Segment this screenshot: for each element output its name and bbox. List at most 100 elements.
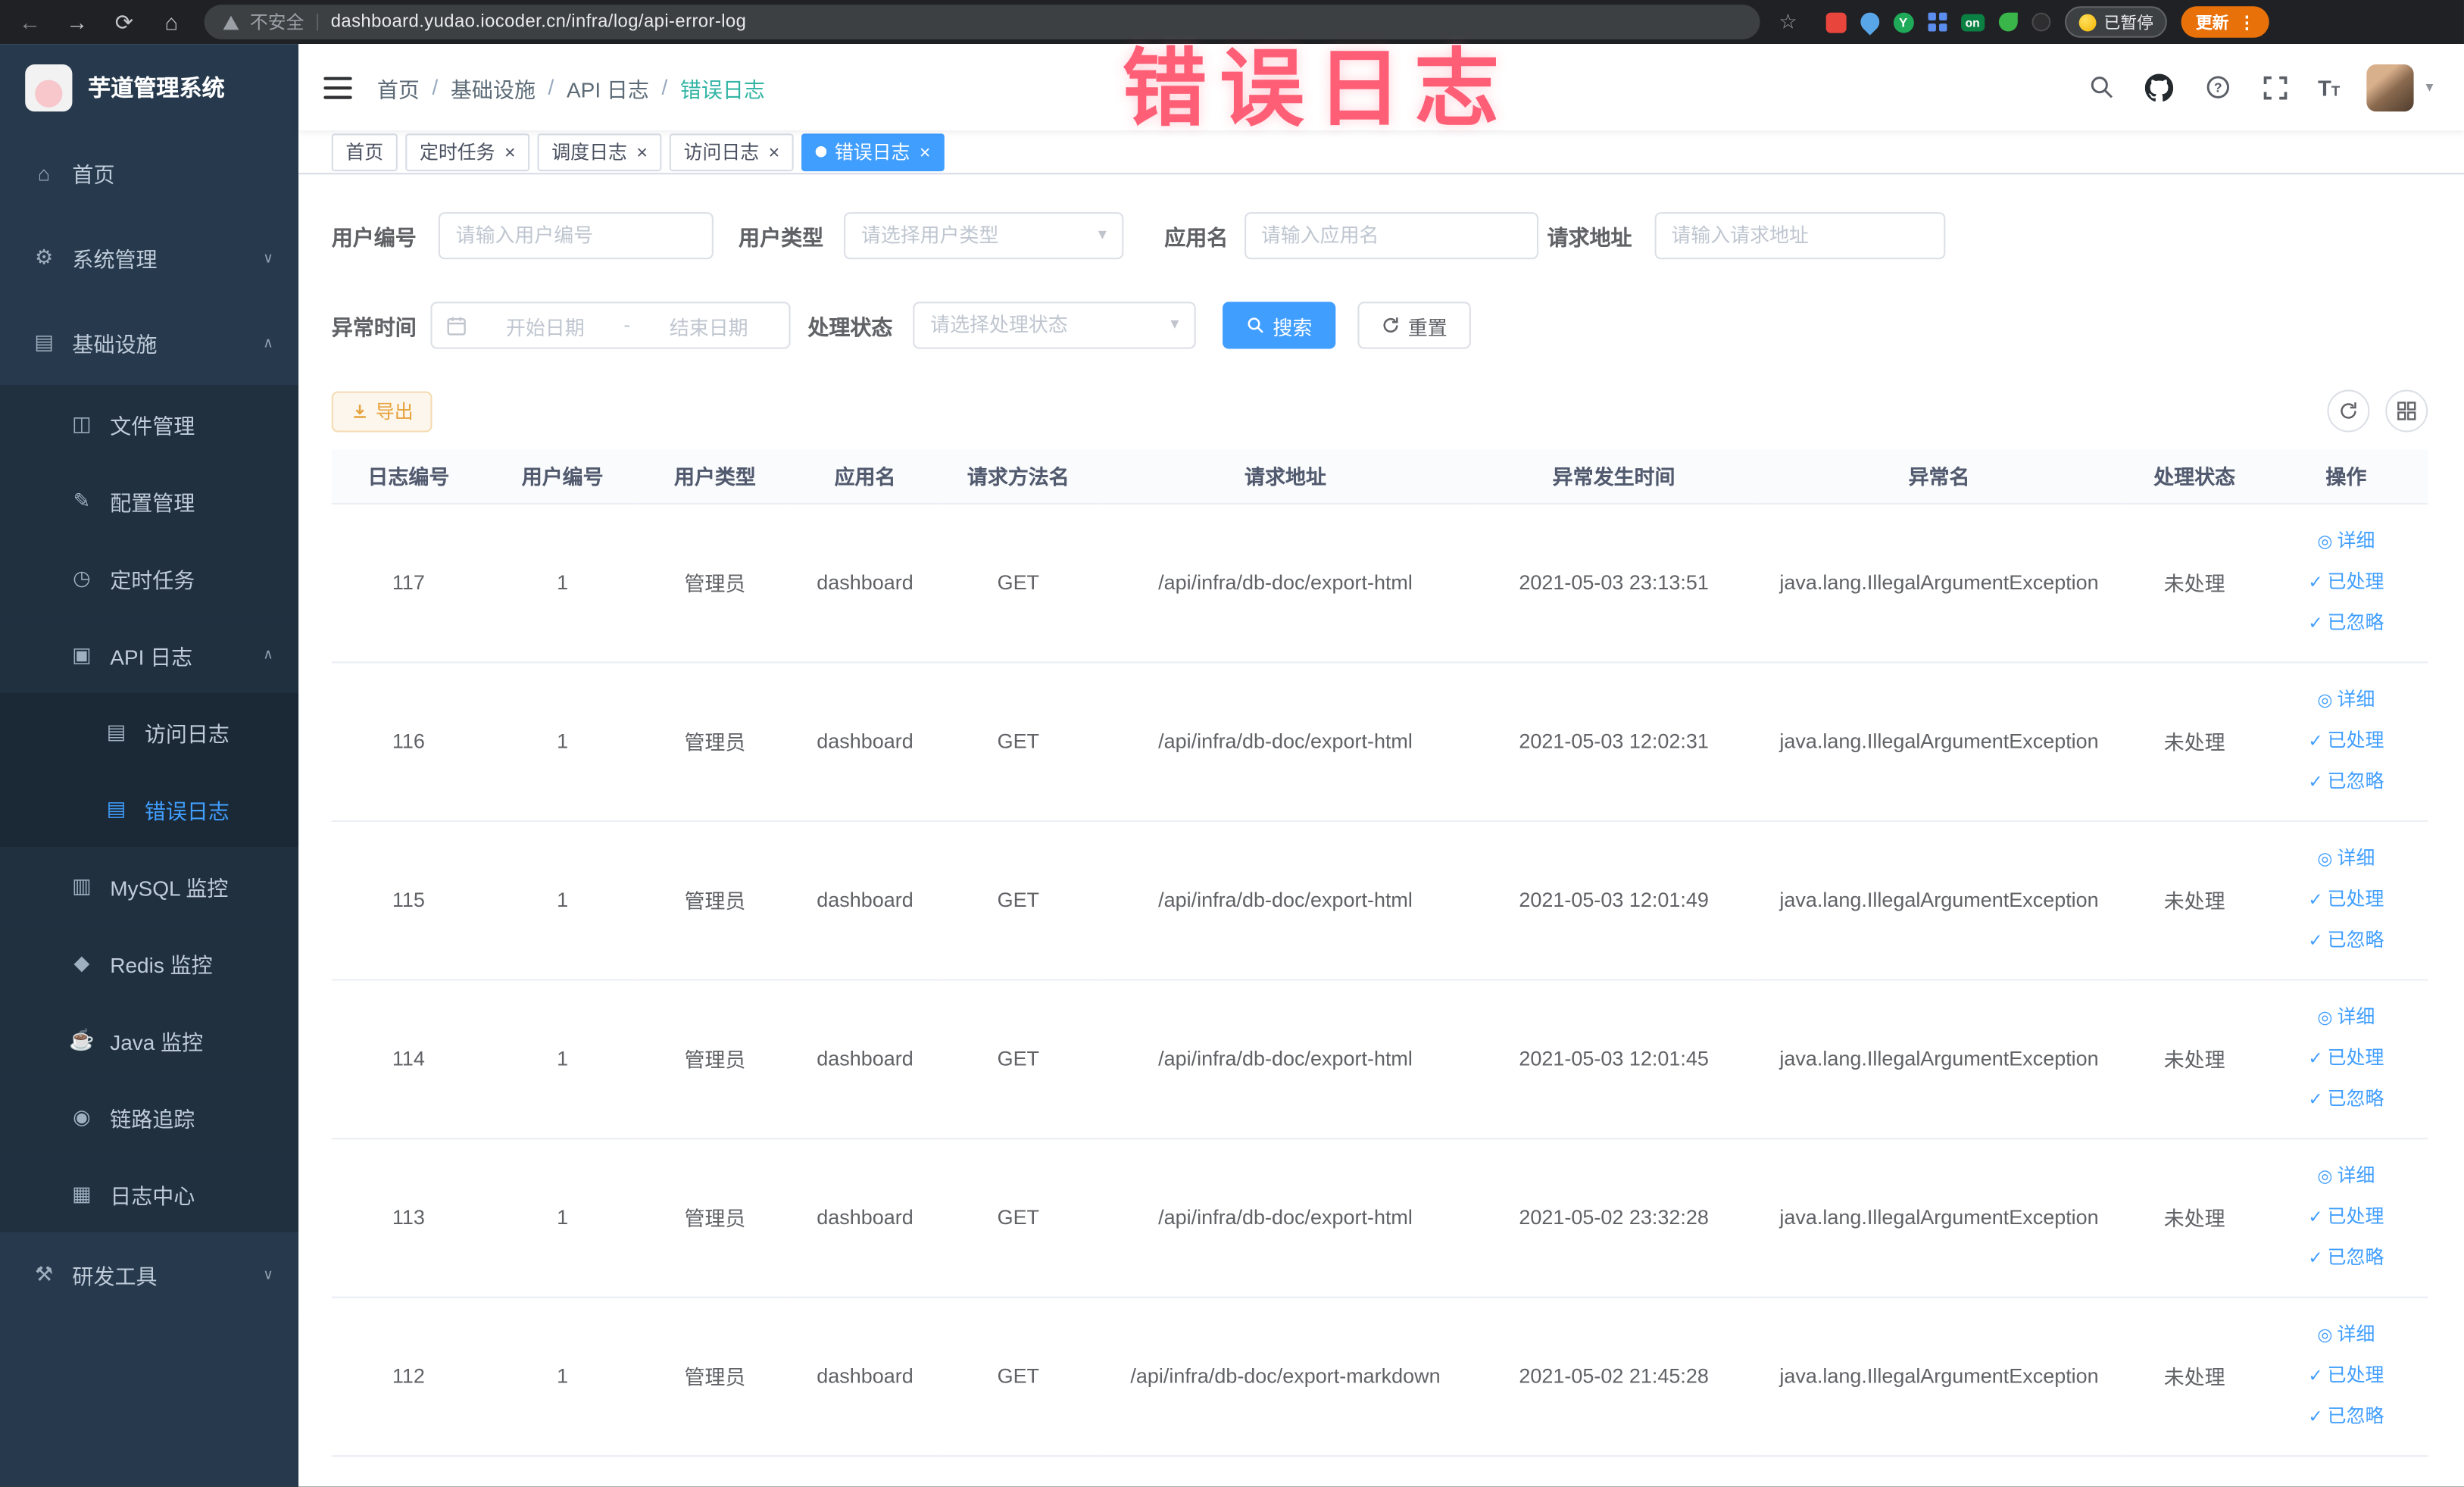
check-icon: ✓ — [2308, 1248, 2323, 1268]
doc-icon: ▤ — [106, 719, 126, 743]
close-icon[interactable]: × — [769, 142, 780, 161]
action-detail[interactable]: ◎ 详细 — [2271, 1156, 2422, 1197]
app-name-input[interactable] — [1244, 212, 1538, 260]
sidebar-item-trace[interactable]: ◉ 链路追踪 — [0, 1078, 299, 1155]
browser-menu-icon[interactable]: ⋮ — [2238, 12, 2256, 33]
github-icon[interactable] — [2144, 71, 2175, 102]
action-processed[interactable]: ✓ 已处理 — [2271, 562, 2422, 603]
fullscreen-icon[interactable] — [2259, 71, 2291, 102]
tab-access-log[interactable]: 访问日志 × — [669, 133, 794, 171]
tab-job[interactable]: 定时任务 × — [405, 133, 530, 171]
action-ignored[interactable]: ✓ 已忽略 — [2271, 603, 2422, 644]
bookmark-star-icon[interactable]: ☆ — [1779, 9, 1797, 34]
font-size-icon[interactable]: TT — [2318, 75, 2340, 100]
paused-badge[interactable]: 已暂停 — [2064, 6, 2168, 38]
extension-green-icon[interactable]: Y — [1893, 11, 1914, 33]
breadcrumb-item-infra[interactable]: 基础设施 — [451, 71, 536, 102]
chevron-up-icon: ∧ — [263, 645, 273, 662]
app-title: 芋道管理系统 — [88, 77, 225, 102]
extension-on-badge[interactable]: on — [1960, 13, 1985, 31]
user-type-select[interactable]: ▼ — [844, 212, 1124, 260]
process-status-select-input[interactable] — [913, 301, 1196, 349]
reset-button[interactable]: 重置 — [1357, 301, 1471, 349]
process-status-select[interactable]: ▼ — [913, 301, 1196, 349]
reload-icon[interactable]: ⟳ — [110, 8, 138, 35]
action-processed[interactable]: ✓ 已处理 — [2271, 879, 2422, 920]
action-ignored[interactable]: ✓ 已忽略 — [2271, 1079, 2422, 1120]
action-processed[interactable]: ✓ 已处理 — [2271, 1355, 2422, 1396]
exception-time-label: 异常时间 — [331, 315, 417, 340]
cell-exception: java.lang.IllegalArgumentException — [1754, 979, 2125, 1139]
hamburger-icon[interactable] — [323, 76, 352, 98]
tab-label: 定时任务 — [419, 141, 495, 164]
tab-home[interactable]: 首页 — [331, 133, 398, 171]
action-detail[interactable]: ◎ 详细 — [2271, 679, 2422, 720]
sidebar-item-file[interactable]: ◫ 文件管理 — [0, 385, 299, 462]
close-icon[interactable]: × — [504, 142, 516, 161]
action-ignored[interactable]: ✓ 已忽略 — [2271, 1238, 2422, 1279]
sidebar-item-log-center[interactable]: ▦ 日志中心 — [0, 1154, 299, 1232]
action-detail[interactable]: ◎ 详细 — [2271, 839, 2422, 879]
sidebar-item-infra[interactable]: ▤ 基础设施 ∧ — [0, 300, 299, 386]
sidebar-item-system[interactable]: ⚙ 系统管理 ∨ — [0, 215, 299, 301]
extension-grid-icon[interactable] — [1927, 12, 1947, 32]
action-processed[interactable]: ✓ 已处理 — [2271, 720, 2422, 761]
update-button-label: 更新 — [2195, 13, 2229, 33]
export-button[interactable]: 导出 — [331, 390, 433, 432]
request-url-input[interactable] — [1654, 212, 1945, 260]
user-id-input[interactable] — [438, 212, 714, 260]
home-icon[interactable]: ⌂ — [157, 9, 185, 34]
action-label: 已忽略 — [2327, 928, 2384, 951]
extension-drop-icon[interactable] — [1856, 8, 1883, 36]
cell-actions: ◎ 详细 ✓ 已处理 ✓ 已忽略 — [2264, 502, 2428, 663]
action-detail[interactable]: ◎ 详细 — [2271, 1314, 2422, 1355]
tab-error-log[interactable]: 错误日志 × — [801, 133, 945, 171]
user-type-select-input[interactable] — [844, 212, 1124, 260]
tab-job-log[interactable]: 调度日志 × — [537, 133, 662, 171]
action-ignored[interactable]: ✓ 已忽略 — [2271, 761, 2422, 802]
tab-label: 访问日志 — [683, 141, 760, 164]
extension-red-icon[interactable] — [1825, 11, 1846, 33]
action-processed[interactable]: ✓ 已处理 — [2271, 1197, 2422, 1238]
cell-user-type: 管理员 — [639, 1138, 791, 1298]
help-icon[interactable]: ? — [2202, 71, 2233, 102]
action-label: 已处理 — [2327, 1363, 2384, 1385]
extension-leaf-icon[interactable] — [1998, 12, 2018, 32]
extension-paw-icon[interactable] — [2031, 12, 2050, 32]
back-icon[interactable]: ← — [16, 9, 44, 34]
breadcrumb-item-api-log[interactable]: API 日志 — [567, 71, 649, 102]
table-row: 112 1 管理员 dashboard GET/api/infra/db-doc/exp… — [331, 1296, 2428, 1457]
address-bar[interactable]: 不安全 | dashboard.yudao.iocoder.cn/infra/l… — [204, 5, 1760, 39]
sidebar-item-access-log[interactable]: ▤ 访问日志 — [0, 692, 299, 770]
action-detail[interactable]: ◎ 详细 — [2271, 997, 2422, 1038]
sidebar-item-error-log[interactable]: ▤ 错误日志 — [0, 770, 299, 848]
breadcrumb-item-home[interactable]: 首页 — [377, 71, 420, 102]
sidebar-item-dev-tools[interactable]: ⚒ 研发工具 ∨ — [0, 1232, 299, 1317]
sidebar-item-mysql[interactable]: ▥ MySQL 监控 — [0, 847, 299, 924]
close-icon[interactable]: × — [636, 142, 648, 161]
action-label: 已处理 — [2327, 1204, 2384, 1227]
sidebar-item-job[interactable]: ◷ 定时任务 — [0, 539, 299, 617]
sidebar-item-redis[interactable]: ◆ Redis 监控 — [0, 923, 299, 1001]
sidebar-item-api-log[interactable]: ▣ API 日志 ∧ — [0, 616, 299, 693]
search-button[interactable]: 搜索 — [1223, 301, 1336, 349]
cell-user-id: 1 — [486, 820, 640, 980]
sidebar-item-java[interactable]: ☕ Java 监控 — [0, 1001, 299, 1079]
refresh-button[interactable] — [2327, 389, 2370, 433]
exception-time-range-picker[interactable]: 开始日期 - 结束日期 — [430, 301, 791, 349]
tools-icon: ⚒ — [34, 1261, 54, 1286]
columns-settings-button[interactable] — [2385, 389, 2428, 433]
action-detail[interactable]: ◎ 详细 — [2271, 521, 2422, 562]
action-processed[interactable]: ✓ 已处理 — [2271, 1038, 2422, 1079]
search-icon[interactable] — [2085, 71, 2116, 102]
action-ignored[interactable]: ✓ 已忽略 — [2271, 1396, 2422, 1437]
user-menu[interactable]: ▼ — [2366, 64, 2436, 111]
close-icon[interactable]: × — [920, 142, 931, 161]
browser-update-button[interactable]: 更新 ⋮ — [2181, 6, 2270, 38]
cell-actions: ◎ 详细 ✓ 已处理 ✓ 已忽略 — [2264, 1296, 2428, 1457]
sidebar-item-config[interactable]: ✎ 配置管理 — [0, 461, 299, 539]
sidebar-item-home[interactable]: ⌂ 首页 — [0, 130, 299, 216]
chevron-down-icon: ∨ — [263, 248, 273, 265]
action-ignored[interactable]: ✓ 已忽略 — [2271, 920, 2422, 961]
forward-icon[interactable]: → — [63, 9, 91, 34]
